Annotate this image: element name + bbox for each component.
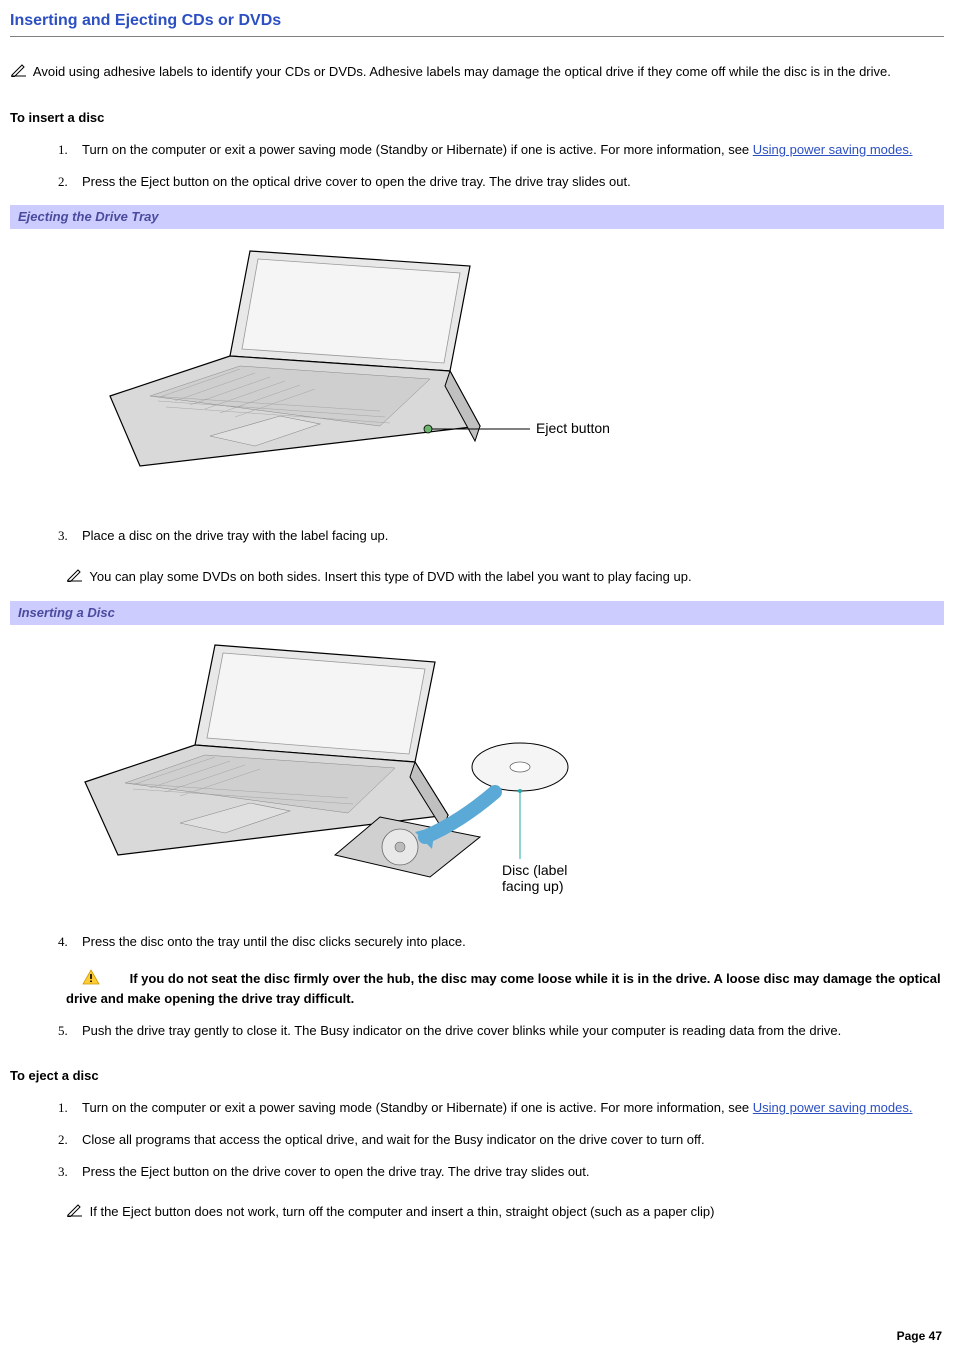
figure-2-caption: Inserting a Disc [10,601,944,625]
insert-steps-list-continued-2: 4. Press the disc onto the tray until th… [10,933,944,951]
seat-disc-warning: If you do not seat the disc firmly over … [66,969,944,1008]
insert-step-5: 5. Push the drive tray gently to close i… [10,1022,944,1040]
step-text: Turn on the computer or exit a power sav… [82,142,753,157]
pencil-note-icon [10,63,28,82]
list-number: 4. [58,933,68,951]
insert-step-2: 2. Press the Eject button on the optical… [10,173,944,191]
note-text: You can play some DVDs on both sides. In… [89,569,691,584]
power-saving-modes-link[interactable]: Using power saving modes. [753,142,913,157]
warning-text: If you do not seat the disc firmly over … [66,971,941,1006]
list-number: 3. [58,1163,68,1181]
note-text: If the Eject button does not work, turn … [90,1204,715,1219]
step-text: Press the disc onto the tray until the d… [82,934,466,949]
step-text: Close all programs that access the optic… [82,1132,705,1147]
step-3-note: You can play some DVDs on both sides. In… [66,568,944,587]
page-heading: Inserting and Ejecting CDs or DVDs [10,10,944,37]
list-number: 5. [58,1022,68,1040]
figure-insert-disc: Disc (label facing up) [10,637,944,907]
pencil-note-icon [66,568,84,587]
insert-steps-list-continued-3: 5. Push the drive tray gently to close i… [10,1022,944,1040]
step-text: Press the Eject button on the drive cove… [82,1164,590,1179]
eject-section-title: To eject a disc [10,1067,944,1085]
laptop-eject-illustration: Eject button [80,241,640,501]
step-text: Turn on the computer or exit a power sav… [82,1100,753,1115]
list-number: 2. [58,173,68,191]
list-number: 2. [58,1131,68,1149]
insert-step-3: 3. Place a disc on the drive tray with t… [10,527,944,545]
insert-step-1: 1. Turn on the computer or exit a power … [10,141,944,159]
svg-text:Eject button: Eject button [536,420,610,436]
insert-steps-list: 1. Turn on the computer or exit a power … [10,141,944,191]
insert-step-4: 4. Press the disc onto the tray until th… [10,933,944,951]
svg-text:facing up): facing up) [502,878,563,894]
step-text: Push the drive tray gently to close it. … [82,1023,841,1038]
page-number: Page 47 [897,1328,942,1345]
eject-step-3-note: If the Eject button does not work, turn … [66,1203,944,1222]
top-note-text: Avoid using adhesive labels to identify … [33,64,891,79]
insert-steps-list-continued: 3. Place a disc on the drive tray with t… [10,527,944,545]
step-text: Press the Eject button on the optical dr… [82,174,631,189]
pencil-note-icon [66,1203,84,1222]
warning-triangle-icon [82,969,100,990]
list-number: 1. [58,141,68,159]
power-saving-modes-link[interactable]: Using power saving modes. [753,1100,913,1115]
insert-section-title: To insert a disc [10,109,944,127]
eject-step-1: 1. Turn on the computer or exit a power … [10,1099,944,1117]
top-note-paragraph: Avoid using adhesive labels to identify … [10,63,944,82]
svg-text:Disc (label: Disc (label [502,862,567,878]
figure-eject-tray: Eject button [10,241,944,501]
list-number: 1. [58,1099,68,1117]
step-text: Place a disc on the drive tray with the … [82,528,388,543]
eject-steps-list: 1. Turn on the computer or exit a power … [10,1099,944,1182]
eject-step-3: 3. Press the Eject button on the drive c… [10,1163,944,1181]
laptop-insert-illustration: Disc (label facing up) [80,637,640,907]
figure-1-caption: Ejecting the Drive Tray [10,205,944,229]
list-number: 3. [58,527,68,545]
eject-step-2: 2. Close all programs that access the op… [10,1131,944,1149]
